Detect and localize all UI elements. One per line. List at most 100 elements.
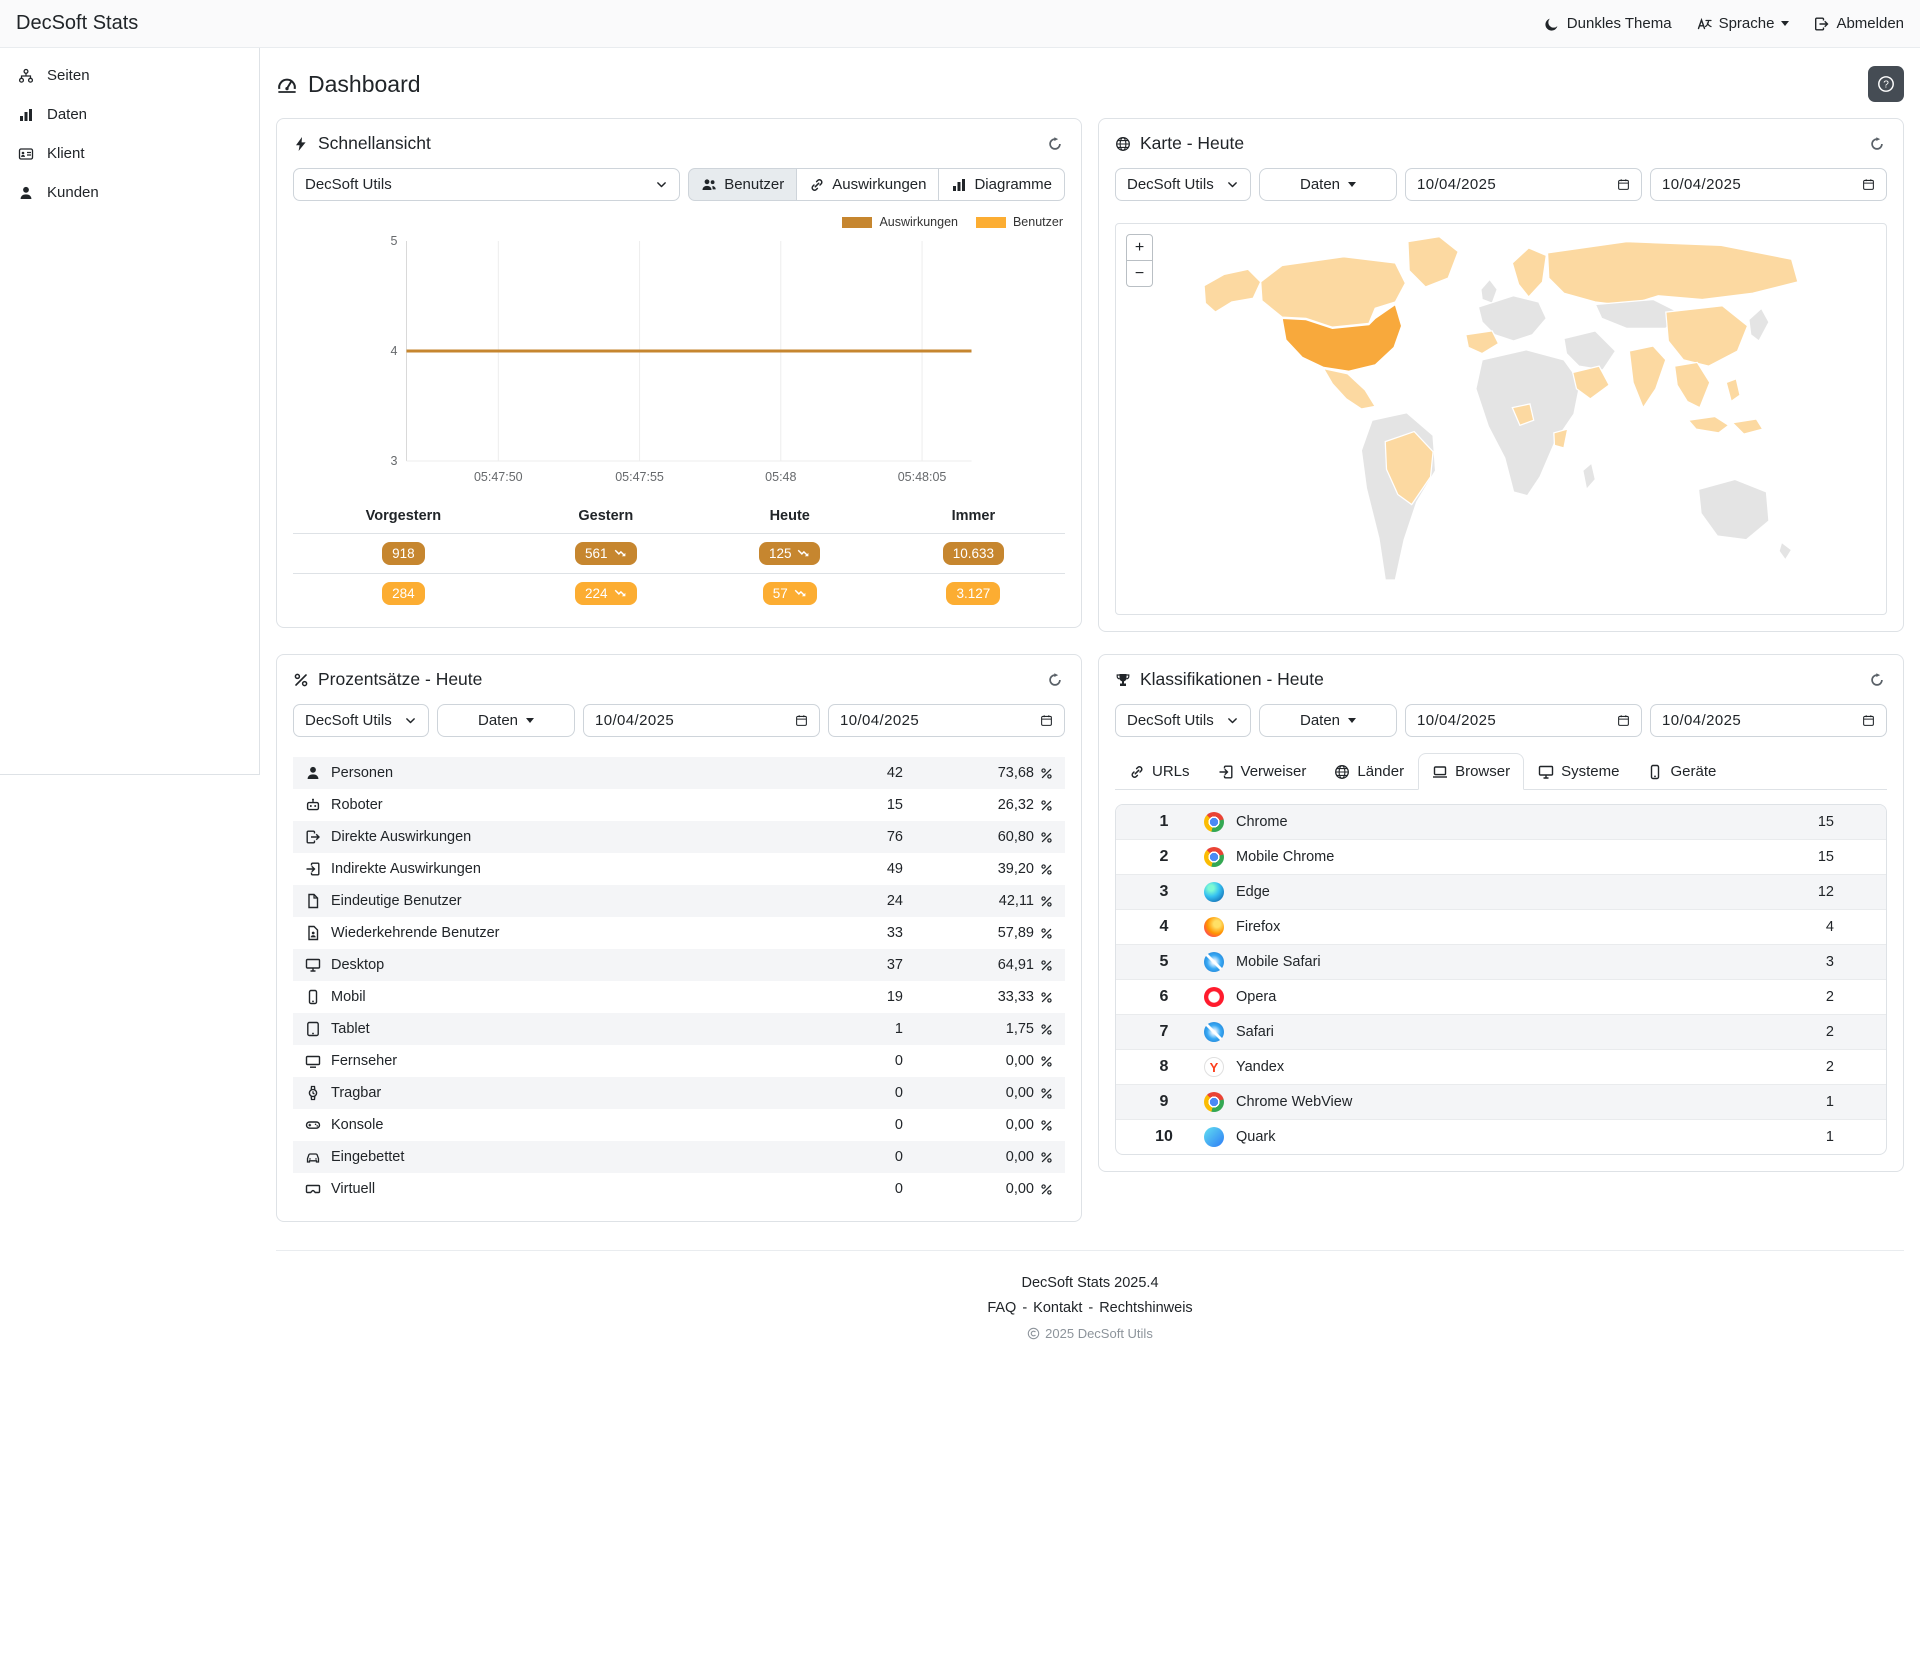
quickview-refresh-button[interactable] <box>1045 133 1065 153</box>
tab-browser[interactable]: Browser <box>1418 753 1524 790</box>
percent-icon <box>1040 767 1053 780</box>
sidebar-item-daten[interactable]: Daten <box>0 95 259 134</box>
table-row: 3 Edge 12 <box>1116 874 1886 909</box>
classifications-project-select[interactable]: DecSoft Utils <box>1115 704 1251 737</box>
classifications-date-to[interactable]: 10/04/2025 <box>1650 704 1887 737</box>
trophy-icon <box>1115 672 1131 688</box>
tab-verweiser[interactable]: Verweiser <box>1204 753 1321 790</box>
sidebar-item-kunden[interactable]: Kunden <box>0 173 259 212</box>
quickview-tab-auswirkungen[interactable]: Auswirkungen <box>796 168 939 201</box>
caret-down-icon <box>1348 718 1356 723</box>
table-row: Tragbar 0 0,00 <box>293 1077 1065 1109</box>
percentages-table: Personen 42 73,68 Roboter 15 26,32 Direk… <box>293 757 1065 1205</box>
sidebar-item-label: Kunden <box>47 184 99 201</box>
language-label: Sprache <box>1719 15 1775 32</box>
percent-icon <box>1040 927 1053 940</box>
map-project-select[interactable]: DecSoft Utils <box>1115 168 1251 201</box>
legend-swatch-auswirkungen <box>842 217 872 228</box>
table-row: Eindeutige Benutzer 24 42,11 <box>293 885 1065 917</box>
bar-chart-icon <box>18 107 34 123</box>
safari-icon <box>1204 1022 1224 1042</box>
sidebar-item-label: Daten <box>47 106 87 123</box>
logout-button[interactable]: Abmelden <box>1813 15 1904 32</box>
tablet-icon <box>305 1021 321 1037</box>
sidebar-item-seiten[interactable]: Seiten <box>0 56 259 95</box>
map-date-to[interactable]: 10/04/2025 <box>1650 168 1887 201</box>
percent-icon <box>1040 863 1053 876</box>
quickview-tab-diagramme[interactable]: Diagramme <box>938 168 1065 201</box>
lightning-icon <box>293 136 309 152</box>
speedometer-icon <box>276 73 298 95</box>
bar-chart-icon <box>951 177 967 193</box>
calendar-icon <box>1617 178 1630 191</box>
chart-legend: Auswirkungen Benutzer <box>277 211 1081 229</box>
zoom-out-button[interactable]: − <box>1126 260 1153 287</box>
map-card-title: Karte - Heute <box>1115 133 1244 154</box>
table-row: 7 Safari 2 <box>1116 1014 1886 1049</box>
footer-link-kontakt[interactable]: Kontakt <box>1033 1300 1082 1316</box>
calendar-icon <box>1862 178 1875 191</box>
map-refresh-button[interactable] <box>1867 133 1887 153</box>
percentages-data-dropdown[interactable]: Daten <box>437 704 575 737</box>
percent-icon <box>1040 1023 1053 1036</box>
table-row: 2 Mobile Chrome 15 <box>1116 839 1886 874</box>
percent-icon <box>1040 959 1053 972</box>
language-menu-button[interactable]: Sprache <box>1696 15 1790 32</box>
percentages-date-from[interactable]: 10/04/2025 <box>583 704 820 737</box>
percentages-project-select[interactable]: DecSoft Utils <box>293 704 429 737</box>
copyright-icon <box>1027 1327 1040 1340</box>
phone-icon <box>305 989 321 1005</box>
stat-badge-user: 224 <box>575 582 637 605</box>
trend-down-icon <box>614 587 627 600</box>
tab-laender[interactable]: Länder <box>1320 753 1418 790</box>
quickview-stats-table: Vorgestern Gestern Heute Immer 918 561 1… <box>293 499 1065 613</box>
footer-link-faq[interactable]: FAQ <box>987 1300 1016 1316</box>
laptop-icon <box>1432 764 1448 780</box>
theme-toggle-button[interactable]: Dunkles Thema <box>1544 15 1672 32</box>
zoom-in-button[interactable]: + <box>1126 234 1153 261</box>
percentages-date-to[interactable]: 10/04/2025 <box>828 704 1065 737</box>
classifications-card: Klassifikationen - Heute DecSoft Utils D… <box>1098 654 1904 1172</box>
classifications-refresh-button[interactable] <box>1867 669 1887 689</box>
quickview-project-select[interactable]: DecSoft Utils <box>293 168 680 201</box>
footer-version: DecSoft Stats 2025.4 <box>276 1275 1904 1291</box>
svg-text:4: 4 <box>391 344 398 358</box>
stats-header: Heute <box>698 499 882 534</box>
app-title: DecSoft Stats <box>16 12 138 35</box>
table-row: Eingebettet 0 0,00 <box>293 1141 1065 1173</box>
table-row: Virtuell 0 0,00 <box>293 1173 1065 1205</box>
phone-icon <box>1647 764 1663 780</box>
legend-item-benutzer: Benutzer <box>976 215 1063 229</box>
table-row: 9 Chrome WebView 1 <box>1116 1084 1886 1119</box>
sidebar: Seiten Daten Klient Kunden <box>0 48 260 775</box>
chevron-down-icon <box>404 714 417 727</box>
map-data-dropdown[interactable]: Daten <box>1259 168 1397 201</box>
sidebar-item-klient[interactable]: Klient <box>0 134 259 173</box>
calendar-icon <box>1617 714 1630 727</box>
table-row: Wiederkehrende Benutzer 33 57,89 <box>293 917 1065 949</box>
percent-icon <box>1040 799 1053 812</box>
quickview-tab-benutzer[interactable]: Benutzer <box>688 168 797 201</box>
tab-geraete[interactable]: Geräte <box>1633 753 1730 790</box>
map-date-from[interactable]: 10/04/2025 <box>1405 168 1642 201</box>
display-icon <box>305 957 321 973</box>
box-arrow-right-icon <box>305 829 321 845</box>
classifications-data-dropdown[interactable]: Daten <box>1259 704 1397 737</box>
table-row: 6 Opera 2 <box>1116 979 1886 1014</box>
classifications-date-from[interactable]: 10/04/2025 <box>1405 704 1642 737</box>
help-button[interactable] <box>1868 66 1904 102</box>
footer-copyright: 2025 DecSoft Utils <box>276 1326 1904 1341</box>
yandex-icon <box>1204 1057 1224 1077</box>
tab-urls[interactable]: URLs <box>1115 753 1204 790</box>
world-map[interactable] <box>1116 224 1886 614</box>
percent-icon <box>1040 1119 1053 1132</box>
person-icon <box>18 185 34 201</box>
tab-systeme[interactable]: Systeme <box>1524 753 1633 790</box>
svg-text:05:48: 05:48 <box>765 470 796 484</box>
moon-icon <box>1544 16 1560 32</box>
caret-down-icon <box>526 718 534 723</box>
trend-down-icon <box>614 547 627 560</box>
firefox-icon <box>1204 917 1224 937</box>
footer-link-rechtshinweis[interactable]: Rechtshinweis <box>1099 1300 1193 1316</box>
percentages-refresh-button[interactable] <box>1045 669 1065 689</box>
